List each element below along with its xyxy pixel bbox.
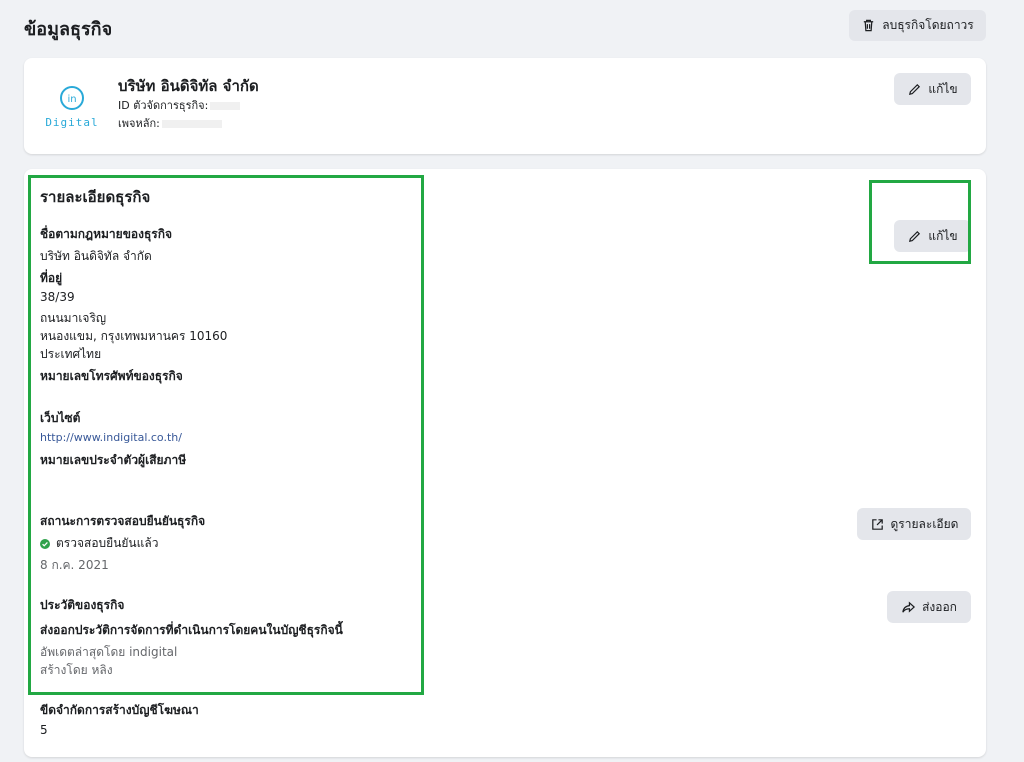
trash-icon [864,19,874,32]
pencil-icon [909,83,921,95]
business-page-label: เพจหลัก: [118,117,160,130]
business-edit-button[interactable]: แก้ไข [894,73,971,105]
highlight-box-details [28,175,424,695]
ad-account-limit-value: 5 [40,723,48,737]
highlight-box-edit [869,180,971,264]
export-button[interactable]: ส่งออก [887,591,971,623]
page-title: ข้อมูลธุรกิจ [24,19,113,40]
ad-account-limit-label: ขีดจำกัดการสร้างบัญชีโฆษณา [40,703,199,717]
business-page-row: เพจหลัก: [118,114,222,132]
svg-text:in: in [67,94,76,105]
logo-icon: in [60,86,84,110]
logo-text: Digital [45,116,99,129]
business-edit-label: แก้ไข [928,81,958,96]
share-arrow-icon [902,600,916,613]
business-id-label: ID ตัวจัดการธุรกิจ: [118,99,209,112]
business-name: บริษัท อินดิจิทัล จำกัด [118,77,259,95]
business-summary-card: in Digital บริษัท อินดิจิทัล จำกัด ID ตั… [24,58,986,154]
view-details-button[interactable]: ดูรายละเอียด [857,508,971,540]
delete-business-label: ลบธุรกิจโดยถาวร [882,18,974,32]
business-id-row: ID ตัวจัดการธุรกิจ: [118,96,241,114]
delete-business-button[interactable]: ลบธุรกิจโดยถาวร [849,10,986,41]
business-logo: in Digital [44,84,100,134]
export-label: ส่งออก [922,599,957,614]
external-link-icon [871,518,883,530]
view-details-label: ดูรายละเอียด [890,516,959,531]
